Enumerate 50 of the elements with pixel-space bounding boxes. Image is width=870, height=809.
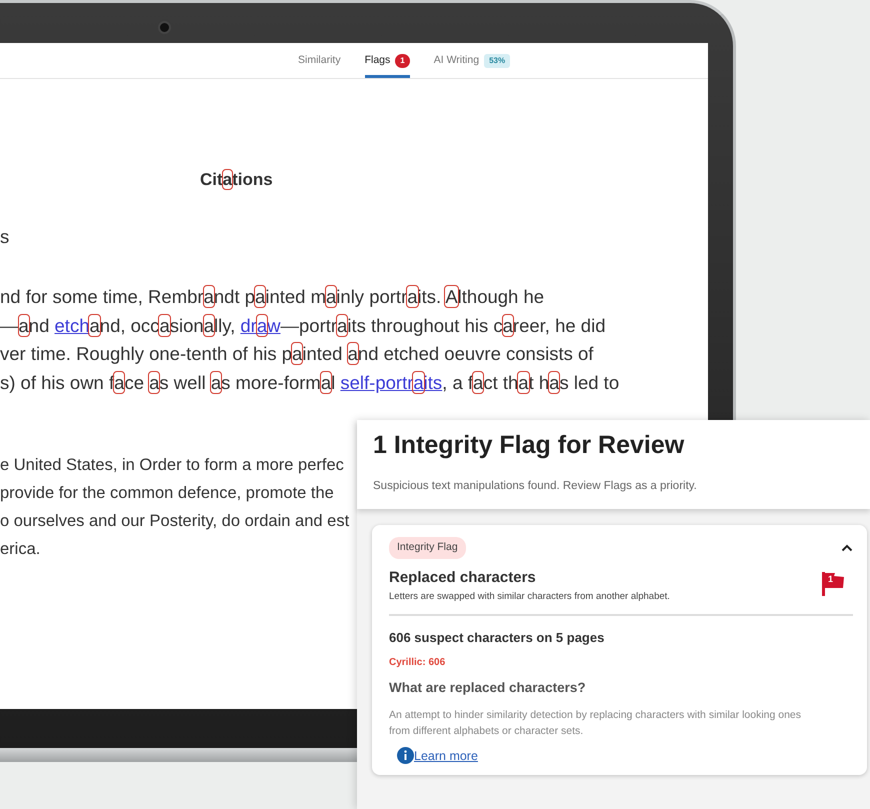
- text-line: erica.: [0, 539, 40, 560]
- text-line: —and etchand, occasionally, draw—portraits throughout his career, he did: [0, 314, 606, 338]
- count-summary: 606 suspect characters on 5 pages: [389, 628, 606, 647]
- text-link[interactable]: draw: [240, 314, 280, 336]
- count-badge: 1: [395, 54, 410, 68]
- flagged-letter: a: [518, 372, 529, 392]
- flagged-letter: a: [413, 372, 424, 392]
- panel-title: 1 Integrity Flag for Review: [373, 430, 686, 460]
- flagged-letter: A: [445, 286, 458, 307]
- flagged-letter: a: [549, 372, 560, 392]
- text-line: o ourselves and our Posterity, do ordain and est: [0, 511, 350, 532]
- flagged-letter: a: [292, 343, 302, 364]
- script-count: Cyrillic: 606: [389, 656, 446, 670]
- flagged-letter: a: [337, 314, 348, 336]
- question-heading: What are replaced characters?: [389, 679, 587, 698]
- flagged-letter: a: [348, 343, 358, 364]
- text-line: provide for the common defence, promote the: [0, 483, 334, 504]
- flagged-letter: a: [149, 372, 160, 392]
- flagged-letter: a: [473, 372, 484, 392]
- flagged-letter: a: [222, 170, 232, 189]
- tab[interactable]: Similarity: [298, 43, 341, 78]
- info-icon: [397, 747, 414, 764]
- text-line: ver time. Roughly one-tenth of his painted and etched oeuvre consists of: [0, 342, 594, 366]
- tab[interactable]: Flags 1: [364, 43, 410, 78]
- text-link[interactable]: etch: [54, 314, 90, 336]
- flagged-letter: a: [407, 286, 418, 307]
- flagged-letter: a: [210, 372, 222, 392]
- tab[interactable]: AI Writing 53%: [434, 43, 510, 78]
- panel-subtitle: Suspicious text manipulations found. Review Flags as a priority.: [373, 479, 698, 494]
- flagged-letter: a: [159, 314, 170, 336]
- flagged-letter: a: [256, 314, 268, 336]
- flagged-letter: a: [255, 286, 266, 307]
- collapse-icon[interactable]: [841, 544, 853, 552]
- flagged-letter: a: [204, 314, 214, 336]
- flagged-letter: a: [89, 314, 100, 336]
- flagged-letter: a: [18, 314, 29, 336]
- text-fragment: s: [0, 225, 10, 249]
- flagged-letter: a: [114, 372, 124, 392]
- explanation-text: An attempt to hinder similarity detection by replacing characters with similar looking ones from different alphabets or character sets.: [389, 708, 802, 738]
- flagged-letter: a: [326, 286, 336, 307]
- flag-title: Replaced characters: [389, 568, 537, 588]
- text-line: e United States, in Order to form a more perfec: [0, 455, 344, 476]
- flagged-letter: a: [320, 372, 332, 392]
- flag-tag: Integrity Flag: [389, 537, 466, 559]
- flagged-letter: a: [502, 314, 513, 336]
- flagged-letter: a: [204, 286, 214, 307]
- score-badge: 53%: [484, 54, 510, 68]
- learn-more-link[interactable]: Learn more: [414, 746, 478, 766]
- document-heading: Citations: [200, 169, 273, 191]
- flag-description: Letters are swapped with similar characters from another alphabet.: [389, 590, 670, 604]
